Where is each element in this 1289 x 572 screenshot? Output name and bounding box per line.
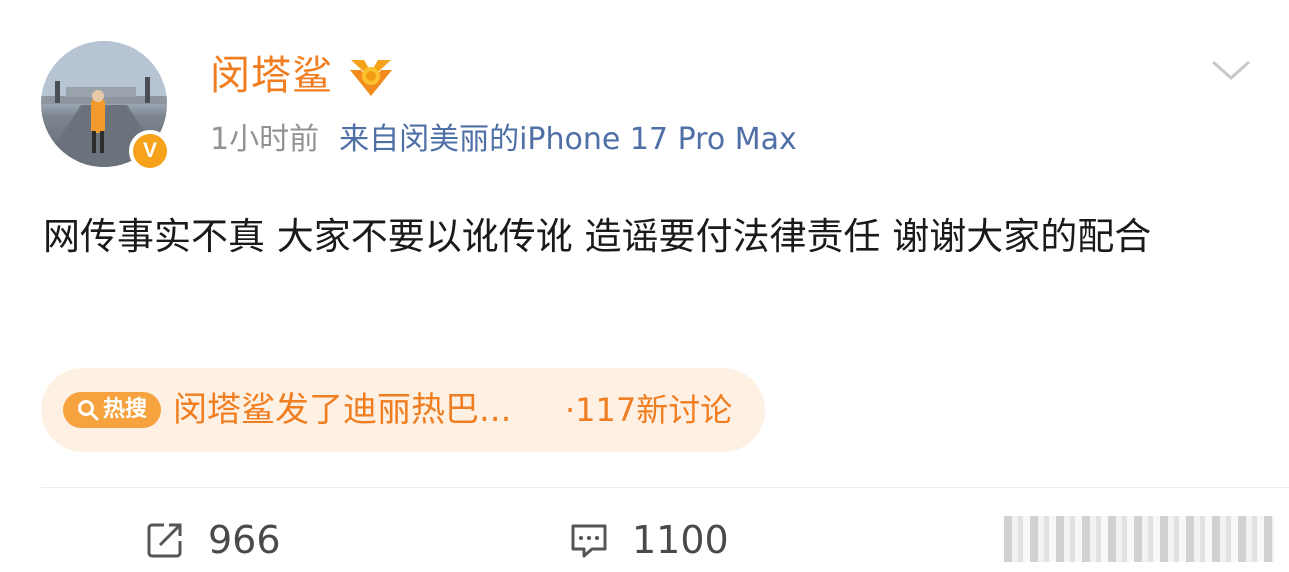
hot-search-tag-label: 热搜: [102, 397, 147, 422]
hot-search-tag: 热搜: [63, 392, 161, 428]
hot-search-card[interactable]: 热搜 闵塔鲨发了迪丽热巴... ·117新讨论: [41, 368, 765, 452]
repost-count: 966: [208, 518, 281, 562]
post-text: 网传事实不真 大家不要以讹传讹 造谣要付法律责任 谢谢大家的配合: [43, 215, 1152, 258]
comment-button[interactable]: 1100: [568, 514, 729, 566]
comment-count: 1100: [632, 518, 729, 562]
repost-icon: [147, 523, 182, 558]
comment-icon: [571, 524, 607, 558]
repost-button[interactable]: 966: [144, 514, 281, 566]
hot-search-count: ·117新讨论: [565, 391, 733, 429]
author-name[interactable]: 闵塔鲨: [210, 50, 333, 102]
hot-search-title: 闵塔鲨发了迪丽热巴...: [173, 390, 512, 430]
chevron-down-icon[interactable]: [1210, 58, 1252, 82]
like-area-obscured[interactable]: [1004, 516, 1274, 562]
divider: [41, 487, 1289, 488]
post-meta: 1小时前 来自闵美丽的iPhone 17 Pro Max: [210, 120, 797, 160]
search-icon: [77, 400, 99, 421]
weibo-post: V 闵塔鲨 1小时前 来自闵美丽的iPhone 17 Pro Max 网传事实不真…: [0, 0, 1289, 572]
gold-medal-icon[interactable]: [346, 56, 396, 98]
verified-badge: V: [129, 130, 171, 172]
post-time: 1小时前: [210, 122, 320, 157]
post-source[interactable]: 来自闵美丽的iPhone 17 Pro Max: [339, 122, 797, 157]
